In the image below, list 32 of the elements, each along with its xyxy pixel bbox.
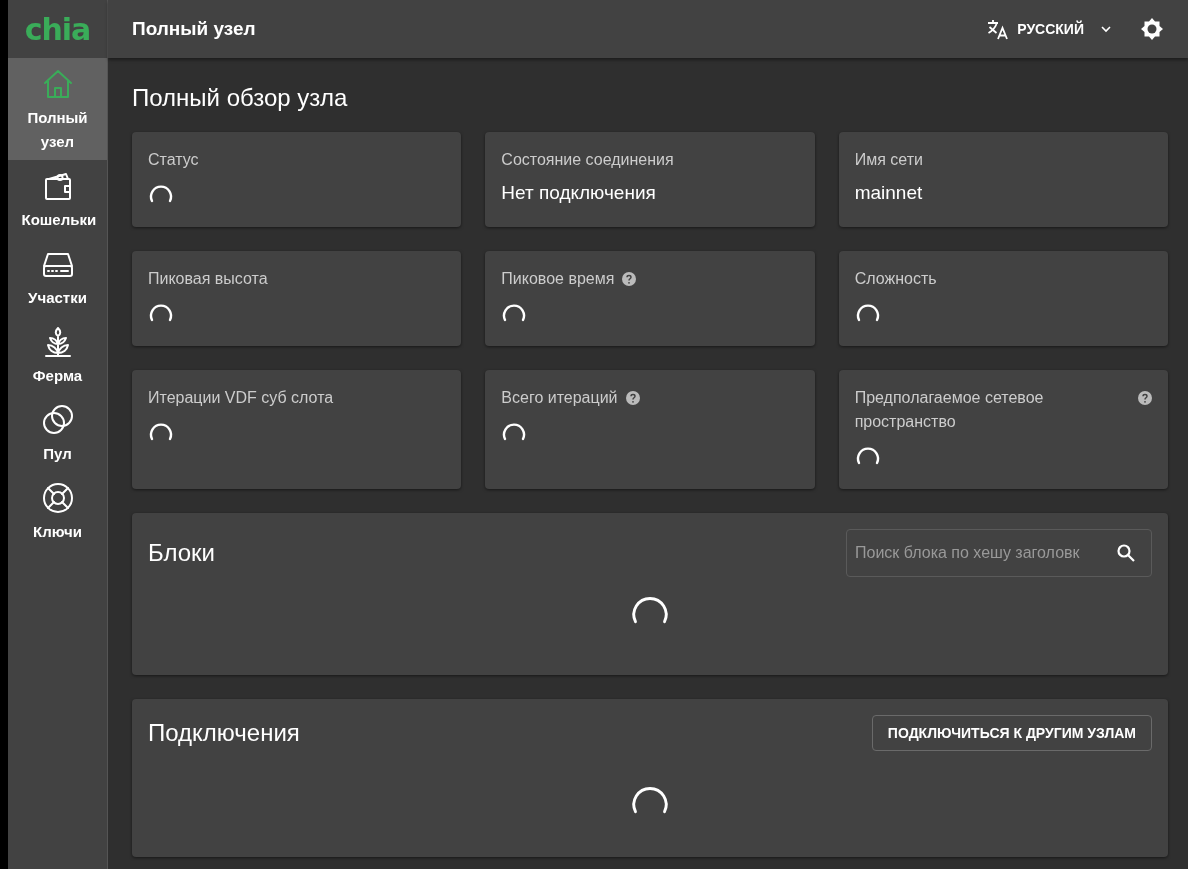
search-field[interactable]: Поиск блока по хешу заголовк [846,529,1152,577]
stat-label: Итерации VDF суб слота [148,388,334,408]
chevron-down-icon [1100,23,1112,35]
nav-item[interactable]: Кошельки [8,160,107,238]
stat-label: Имя сети [854,150,923,170]
header-title: Полный узел [132,18,257,40]
search-icon[interactable] [1116,543,1136,563]
stat-label: Статус [148,150,199,170]
translate-icon [987,18,1010,40]
stat-label: Всего итераций [501,388,618,408]
nav-item[interactable]: Ключи [8,472,107,550]
language-selector[interactable]: РУССКИЙ [983,14,1116,44]
help-icon[interactable] [622,272,637,286]
stat-label: Пиковое время [501,269,615,289]
brightness-icon[interactable] [1140,17,1164,41]
page-title: Полный обзор узла [132,84,349,112]
stat-value: mainnet [854,182,924,204]
section-title: Подключения [148,719,300,747]
nav-item[interactable]: Участки [8,238,107,316]
nav-item[interactable]: Пул [8,394,107,472]
connect-button[interactable]: ПОДКЛЮЧИТЬСЯ К ДРУГИМ УЗЛАМ [871,715,1152,751]
stat-label: Предполагаемое сетевое пространство [854,388,1045,432]
nav-item[interactable]: Полный узел [8,58,107,160]
stat-value: Нет подключения [501,182,657,204]
stat-label: Состояние соединения [501,150,674,170]
help-icon[interactable] [625,391,640,405]
help-icon[interactable] [1138,391,1152,405]
stat-label: Сложность [854,269,937,289]
stat-label: Пиковая высота [148,269,268,289]
logo-text: chia [23,10,92,49]
nav-item[interactable]: Ферма [8,316,107,394]
section-title: Блоки [148,539,215,567]
